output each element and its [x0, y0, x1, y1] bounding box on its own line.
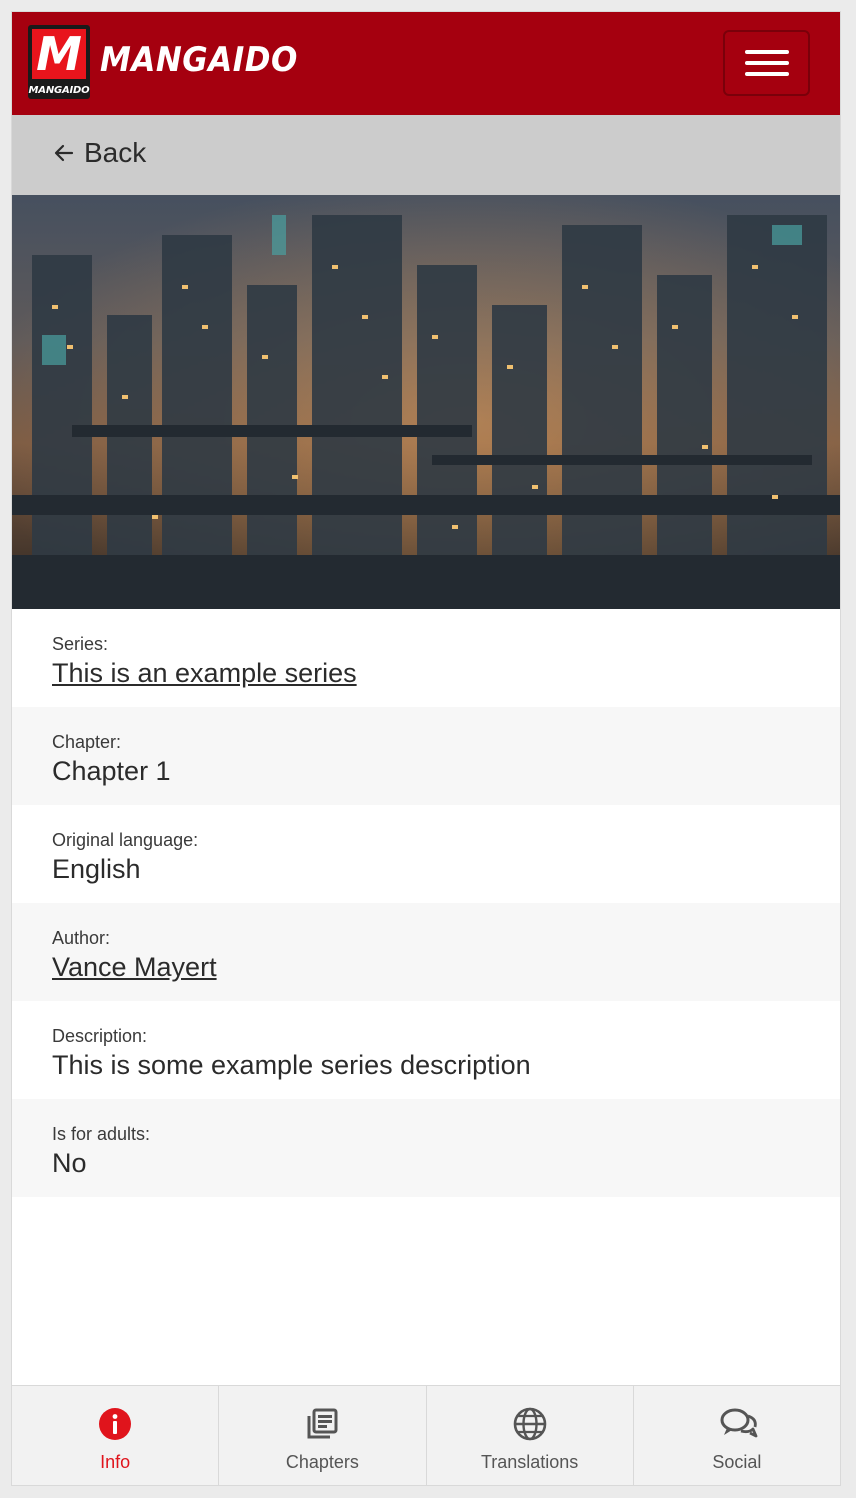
hamburger-menu-icon-bar — [745, 61, 789, 65]
bottom-tab-bar: Info Chapters Translations Social — [12, 1385, 840, 1485]
logo-letter: M — [32, 29, 86, 79]
detail-label: Chapter: — [52, 732, 122, 752]
detail-row-series: Series: This is an example series — [12, 609, 840, 707]
tab-label: Social — [712, 1452, 762, 1472]
brand-name[interactable]: MANGAIDO — [100, 40, 298, 80]
globe-icon — [512, 1406, 548, 1442]
detail-value: This is some example series description — [52, 1050, 531, 1080]
author-link[interactable]: Vance Mayert — [52, 949, 800, 985]
detail-label: Series: — [52, 634, 109, 654]
logo[interactable]: M MANGAIDO — [28, 25, 90, 99]
back-label: Back — [84, 137, 147, 168]
detail-label: Description: — [52, 1026, 148, 1046]
back-button[interactable]: Back — [52, 137, 146, 169]
detail-value: English — [52, 854, 141, 884]
tab-chapters[interactable]: Chapters — [219, 1386, 427, 1485]
tab-social[interactable]: Social — [634, 1386, 840, 1485]
chapters-icon — [304, 1406, 340, 1442]
tab-translations[interactable]: Translations — [427, 1386, 634, 1485]
tab-label: Info — [100, 1452, 131, 1472]
tab-label: Translations — [480, 1452, 579, 1472]
tab-info[interactable]: Info — [12, 1386, 220, 1485]
detail-row-adults: Is for adults: No — [12, 1099, 840, 1197]
cover-image — [12, 195, 840, 609]
arrow-left-icon — [52, 141, 76, 165]
detail-value: Chapter 1 — [52, 756, 171, 786]
back-bar: Back — [12, 115, 840, 195]
chat-bubbles-icon — [719, 1406, 758, 1442]
detail-row-language: Original language: English — [12, 805, 840, 903]
detail-label: Author: — [52, 928, 111, 948]
hamburger-menu-icon — [745, 50, 789, 54]
top-navbar: M MANGAIDO MANGAIDO — [12, 12, 840, 115]
detail-row-description: Description: This is some example series… — [12, 1001, 840, 1099]
logo-caption: MANGAIDO — [28, 85, 90, 96]
hamburger-menu-icon-bar — [745, 72, 789, 76]
detail-label: Is for adults: — [52, 1124, 151, 1144]
info-icon — [97, 1406, 133, 1442]
app-frame: M MANGAIDO MANGAIDO Back Series: This is… — [11, 11, 841, 1486]
tab-label: Chapters — [285, 1452, 359, 1472]
hamburger-menu-button[interactable] — [723, 30, 810, 96]
detail-label: Original language: — [52, 830, 199, 850]
detail-value: No — [52, 1148, 87, 1178]
detail-row-chapter: Chapter: Chapter 1 — [12, 707, 840, 805]
cityscape-illustration — [12, 195, 840, 609]
series-link[interactable]: This is an example series — [52, 655, 800, 691]
chapter-details: Series: This is an example series Chapte… — [12, 609, 840, 1197]
detail-row-author: Author: Vance Mayert — [12, 903, 840, 1001]
